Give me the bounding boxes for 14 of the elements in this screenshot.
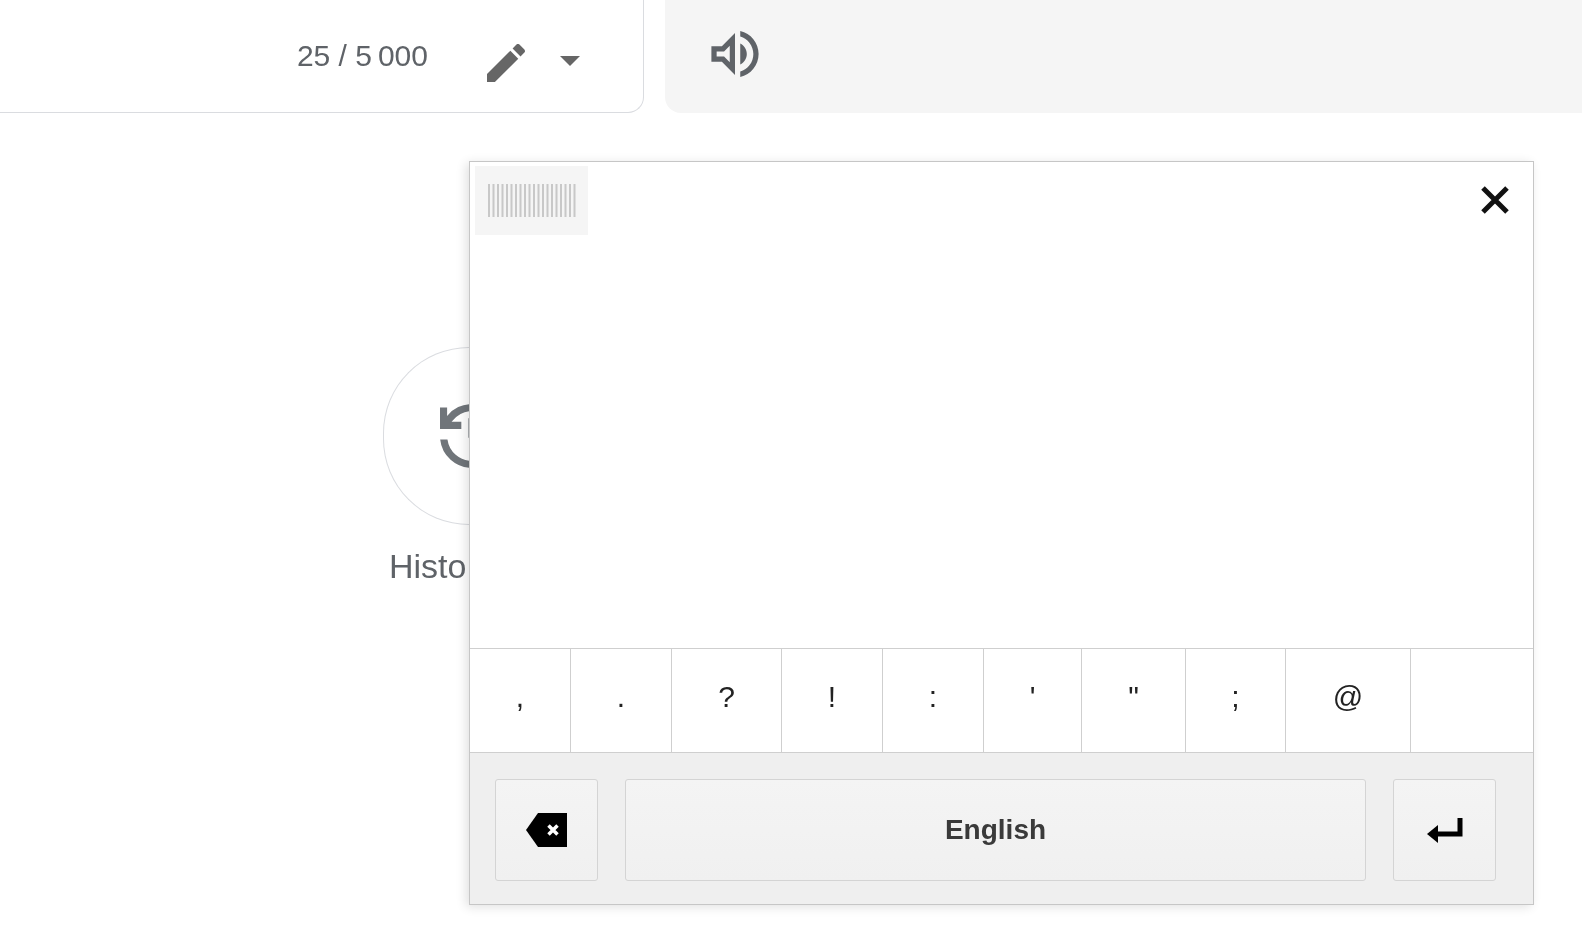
enter-key[interactable] — [1393, 779, 1496, 881]
drag-handle[interactable] — [475, 166, 588, 235]
language-key[interactable]: English — [625, 779, 1366, 881]
backspace-icon — [526, 813, 567, 847]
close-icon — [1480, 185, 1510, 215]
enter-icon — [1426, 817, 1463, 843]
backspace-key[interactable] — [495, 779, 598, 881]
speaker-icon — [711, 31, 759, 77]
grip-icon — [487, 184, 576, 217]
caret-icon — [560, 55, 580, 66]
pencil-icon — [487, 43, 525, 82]
character-counter: 25 / 5 000 — [296, 38, 428, 73]
history-icon — [440, 404, 469, 468]
history-label: Histo — [389, 546, 467, 586]
